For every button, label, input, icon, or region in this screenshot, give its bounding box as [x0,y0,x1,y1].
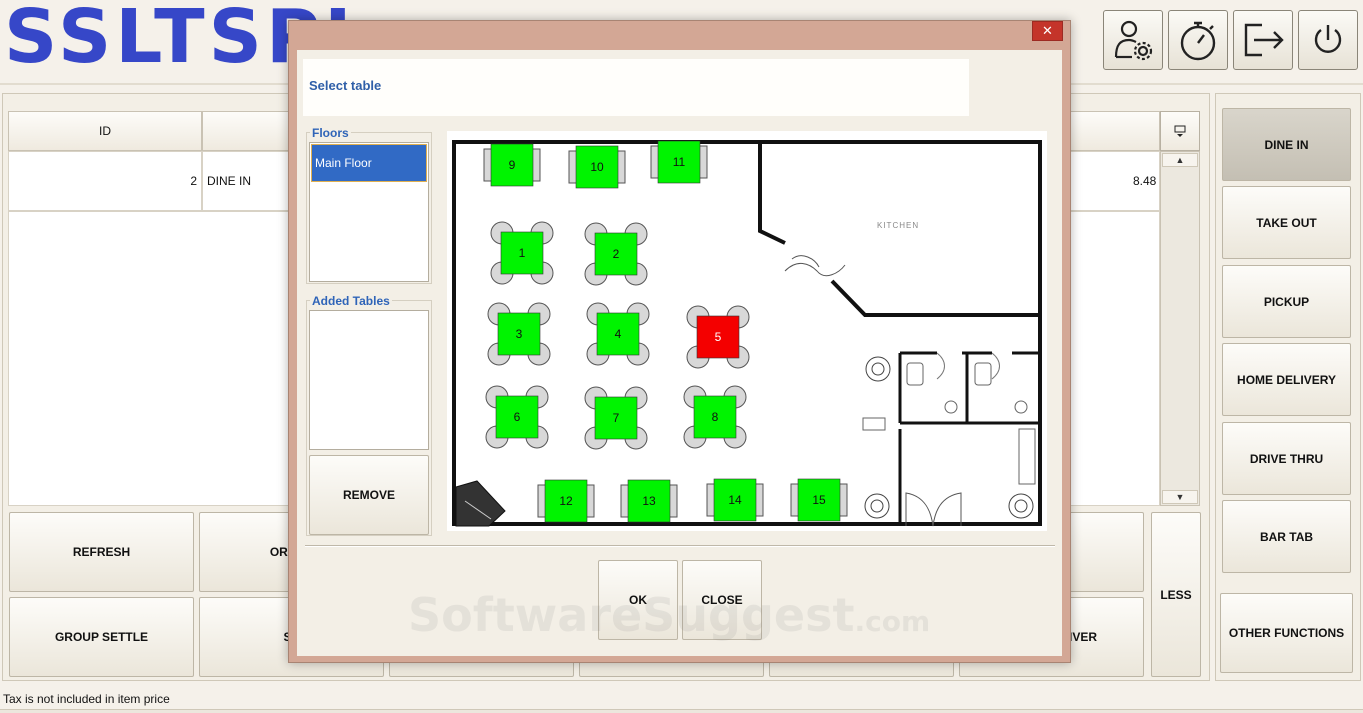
power-button[interactable] [1298,10,1358,70]
other-functions-button[interactable]: OTHER FUNCTIONS [1220,593,1353,673]
table-number: 8 [712,410,719,424]
user-settings-button[interactable] [1103,10,1163,70]
remove-button[interactable]: REMOVE [309,455,429,535]
table-8[interactable]: 8 [683,385,747,449]
table-15[interactable]: 15 [790,478,848,522]
vertical-scrollbar[interactable] [1160,151,1200,506]
table-number: 11 [673,155,686,169]
table-14[interactable]: 14 [706,478,764,522]
kitchen-label: KITCHEN [877,221,919,230]
bar-tab-button[interactable]: BAR TAB [1222,500,1351,573]
stopwatch-icon [1180,21,1216,61]
table-9[interactable]: 9 [483,143,541,187]
table-number: 14 [728,493,742,507]
watermark-suffix: .com [854,605,931,638]
table-number: 4 [615,327,622,341]
table-4[interactable]: 4 [586,302,650,366]
added-tables-list[interactable] [309,310,429,450]
table-11[interactable]: 11 [650,140,708,184]
table-10[interactable]: 10 [568,145,626,189]
dialog-title-bar [303,59,969,116]
home-delivery-button[interactable]: HOME DELIVERY [1222,343,1351,416]
tables-layer: 9 10 111 23 4 56 7 812 13 14 15 [483,140,848,523]
table-number: 2 [613,247,620,261]
floors-label: Floors [310,126,351,140]
drive-thru-button[interactable]: DRIVE THRU [1222,422,1351,495]
refresh-button[interactable]: REFRESH [9,512,194,592]
table-number: 15 [812,493,826,507]
amount-cell: 8.48 [1133,174,1157,188]
table-13[interactable]: 13 [620,479,678,523]
timer-button[interactable] [1168,10,1228,70]
dialog-separator [305,545,1055,547]
table-number: 10 [590,160,604,174]
added-tables-label: Added Tables [310,294,392,308]
logout-button[interactable] [1233,10,1293,70]
floor-plan: KITCHEN 9 10 11 1 2 3 4 5 6 7 8 12 13 14 15 [447,131,1047,531]
dine-in-button[interactable]: DINE IN [1222,108,1351,181]
dialog-close-button[interactable]: ✕ [1032,21,1063,41]
table-3[interactable]: 3 [487,302,551,366]
floor-item-main[interactable]: Main Floor [311,144,427,182]
table-1[interactable]: 1 [490,221,554,285]
status-bar [0,709,1363,713]
dialog-title: Select table [309,78,382,93]
scroll-up-button[interactable]: ▲ [1162,153,1198,167]
table-number: 1 [519,246,526,260]
floor-plan-drawing: KITCHEN 9 10 111 23 4 56 7 812 13 14 15 [452,140,1042,527]
table-number: 3 [516,327,523,341]
less-button[interactable]: LESS [1151,512,1201,677]
table-2[interactable]: 2 [584,222,648,286]
status-text: Tax is not included in item price [3,692,170,706]
column-chooser-icon [1174,125,1186,137]
table-row-id-cell[interactable]: 2 [8,151,202,211]
close-icon: ✕ [1042,23,1053,38]
power-icon [1314,25,1342,53]
column-header-id-label: ID [99,124,111,138]
watermark: SoftwareSuggest.com [408,588,930,642]
order-type-cell: DINE IN [207,174,252,188]
table-7[interactable]: 7 [584,386,648,450]
table-6[interactable]: 6 [485,385,549,449]
watermark-main: SoftwareSuggest [408,588,855,642]
pickup-button[interactable]: PICKUP [1222,265,1351,338]
table-number: 6 [514,410,521,424]
table-5[interactable]: 5 [686,305,750,369]
table-number: 13 [642,494,656,508]
table-number: 12 [559,494,573,508]
column-chooser-button[interactable] [1160,111,1200,151]
group-settle-button[interactable]: GROUP SETTLE [9,597,194,677]
exit-arrow-icon [1244,23,1284,57]
table-12[interactable]: 12 [537,479,595,523]
table-number: 7 [613,411,620,425]
user-gear-icon [1114,20,1153,61]
column-header-id[interactable]: ID [8,111,202,151]
table-number: 9 [509,158,516,172]
take-out-button[interactable]: TAKE OUT [1222,186,1351,259]
scroll-down-button[interactable]: ▼ [1162,490,1198,504]
table-number: 5 [715,330,722,344]
